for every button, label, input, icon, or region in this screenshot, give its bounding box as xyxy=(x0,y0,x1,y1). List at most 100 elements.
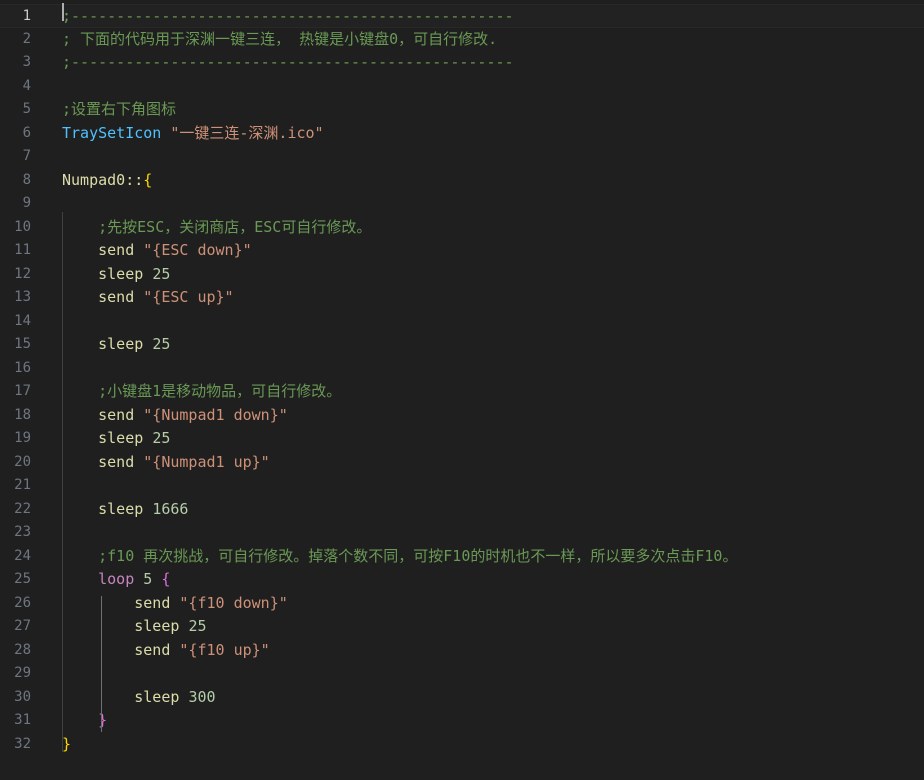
code-line[interactable]: 21 xyxy=(0,474,924,498)
code-line[interactable]: 23 xyxy=(0,521,924,545)
line-code: ;f10 再次挑战，可自行修改。掉落个数不同，可按F10的时机也不一样，所以要多… xyxy=(62,545,737,569)
line-number: 4 xyxy=(22,77,31,94)
line-code: send "{ESC up}" xyxy=(62,286,233,310)
line-number: 3 xyxy=(22,54,31,70)
code-token: { xyxy=(161,570,171,588)
code-line[interactable]: 3 ;--------------------------------------… xyxy=(0,51,924,75)
code-line[interactable]: 20 send "{Numpad1 up}" xyxy=(0,451,924,475)
code-line[interactable]: 9 xyxy=(0,192,924,216)
code-token: "一键三连-深渊.ico" xyxy=(170,123,324,142)
code-token: "{f10 up}" xyxy=(179,640,270,659)
code-line[interactable]: 5 ;设置右下角图标 xyxy=(0,98,924,122)
line-number: 28 xyxy=(14,641,31,658)
code-token: { xyxy=(143,170,153,189)
code-token: "{ESC down}" xyxy=(143,241,252,259)
code-line[interactable]: 27 sleep 25 xyxy=(0,615,924,639)
code-token: 1666 xyxy=(152,499,189,518)
line-code: Numpad0::{ xyxy=(62,169,152,193)
line-code: send "{Numpad1 down}" xyxy=(62,404,288,428)
code-token: sleep xyxy=(62,264,153,283)
code-line[interactable]: 22 sleep 1666 xyxy=(0,498,924,522)
code-token: sleep xyxy=(62,335,153,353)
code-token: sleep xyxy=(62,687,189,706)
code-line[interactable]: 4 xyxy=(0,75,924,99)
code-editor[interactable]: 1 ;--------------------------------------… xyxy=(0,0,924,780)
line-code: send "{ESC down}" xyxy=(62,239,252,263)
line-number: 19 xyxy=(14,430,31,446)
code-token: sleep xyxy=(62,429,153,447)
text-cursor xyxy=(62,3,64,21)
line-number: 7 xyxy=(22,148,31,164)
line-code: sleep 1666 xyxy=(62,498,188,522)
line-number: 30 xyxy=(14,688,31,705)
code-token: send xyxy=(62,405,144,424)
code-line[interactable]: 18 send "{Numpad1 down}" xyxy=(0,404,924,428)
line-number: 12 xyxy=(14,265,31,282)
code-token: 25 xyxy=(152,429,171,447)
line-code: send "{Numpad1 up}" xyxy=(62,451,270,475)
code-token: Numpad0:: xyxy=(62,170,144,189)
code-token: ;设置右下角图标 xyxy=(62,100,177,118)
code-line[interactable]: 17 ;小键盘1是移动物品，可自行修改。 xyxy=(0,380,924,404)
code-line[interactable]: 28 send "{f10 up}" xyxy=(0,639,924,663)
line-number: 2 xyxy=(22,30,31,47)
code-token: sleep xyxy=(62,617,189,635)
code-line[interactable]: 31 } xyxy=(0,709,924,733)
line-code: } xyxy=(62,733,71,757)
line-code: ;小键盘1是移动物品，可自行修改。 xyxy=(62,380,341,404)
line-code: send "{f10 up}" xyxy=(62,639,270,663)
line-code: ;---------------------------------------… xyxy=(62,51,514,75)
code-line[interactable]: 24 ;f10 再次挑战，可自行修改。掉落个数不同，可按F10的时机也不一样，所… xyxy=(0,545,924,569)
code-line[interactable]: 10 ;先按ESC，关闭商店，ESC可自行修改。 xyxy=(0,216,924,240)
code-line[interactable]: 15 sleep 25 xyxy=(0,333,924,357)
code-token: ;先按ESC，关闭商店，ESC可自行修改。 xyxy=(98,217,372,236)
line-number: 24 xyxy=(14,547,31,564)
line-code: sleep 25 xyxy=(62,615,207,639)
code-line[interactable]: 29 xyxy=(0,662,924,686)
code-token: TraySetIcon xyxy=(62,123,162,142)
code-line[interactable]: 11 send "{ESC down}" xyxy=(0,239,924,263)
line-number: 13 xyxy=(14,289,31,305)
line-number: 10 xyxy=(14,218,31,235)
code-token: ;f10 再次挑战，可自行修改。掉落个数不同，可按F10的时机也不一样，所以要多… xyxy=(98,546,738,565)
code-token: } xyxy=(62,734,72,753)
code-line[interactable]: 25 loop 5 { xyxy=(0,568,924,592)
line-number: 18 xyxy=(14,406,31,423)
line-number: 23 xyxy=(14,524,31,540)
code-line[interactable]: 6 TraySetIcon "一键三连-深渊.ico" xyxy=(0,122,924,146)
line-number: 14 xyxy=(14,312,31,329)
code-line[interactable]: 30 sleep 300 xyxy=(0,686,924,710)
code-line[interactable]: 1 ;--------------------------------------… xyxy=(0,4,924,28)
line-number: 11 xyxy=(14,242,31,258)
line-number: 9 xyxy=(22,195,31,211)
code-token: sleep xyxy=(62,499,153,518)
code-line[interactable]: 26 send "{f10 down}" xyxy=(0,592,924,616)
code-line[interactable]: 8 Numpad0::{ xyxy=(0,169,924,193)
code-line[interactable]: 2 ; 下面的代码用于深渊一键三连， 热键是小键盘0，可自行修改. xyxy=(0,28,924,52)
code-line[interactable]: 7 xyxy=(0,145,924,169)
code-line[interactable]: 19 sleep 25 xyxy=(0,427,924,451)
code-line[interactable]: 32} xyxy=(0,733,924,757)
line-code: ;---------------------------------------… xyxy=(62,5,514,29)
line-code: sleep 300 xyxy=(62,686,216,710)
code-token: ; 下面的代码用于深渊一键三连， 热键是小键盘0，可自行修改. xyxy=(62,29,498,48)
code-token: 300 xyxy=(188,687,216,706)
line-number: 20 xyxy=(14,453,31,470)
line-number: 29 xyxy=(14,665,31,681)
code-line[interactable]: 12 sleep 25 xyxy=(0,263,924,287)
code-token: 25 xyxy=(188,617,207,635)
code-line[interactable]: 14 xyxy=(0,310,924,334)
code-token: ;小键盘1是移动物品，可自行修改。 xyxy=(98,382,342,400)
line-number: 17 xyxy=(14,383,31,399)
line-number: 25 xyxy=(14,571,31,587)
code-line[interactable]: 13 send "{ESC up}" xyxy=(0,286,924,310)
code-line[interactable]: 16 xyxy=(0,357,924,381)
line-code: sleep 25 xyxy=(62,263,170,287)
code-token: "{Numpad1 up}" xyxy=(143,452,270,471)
